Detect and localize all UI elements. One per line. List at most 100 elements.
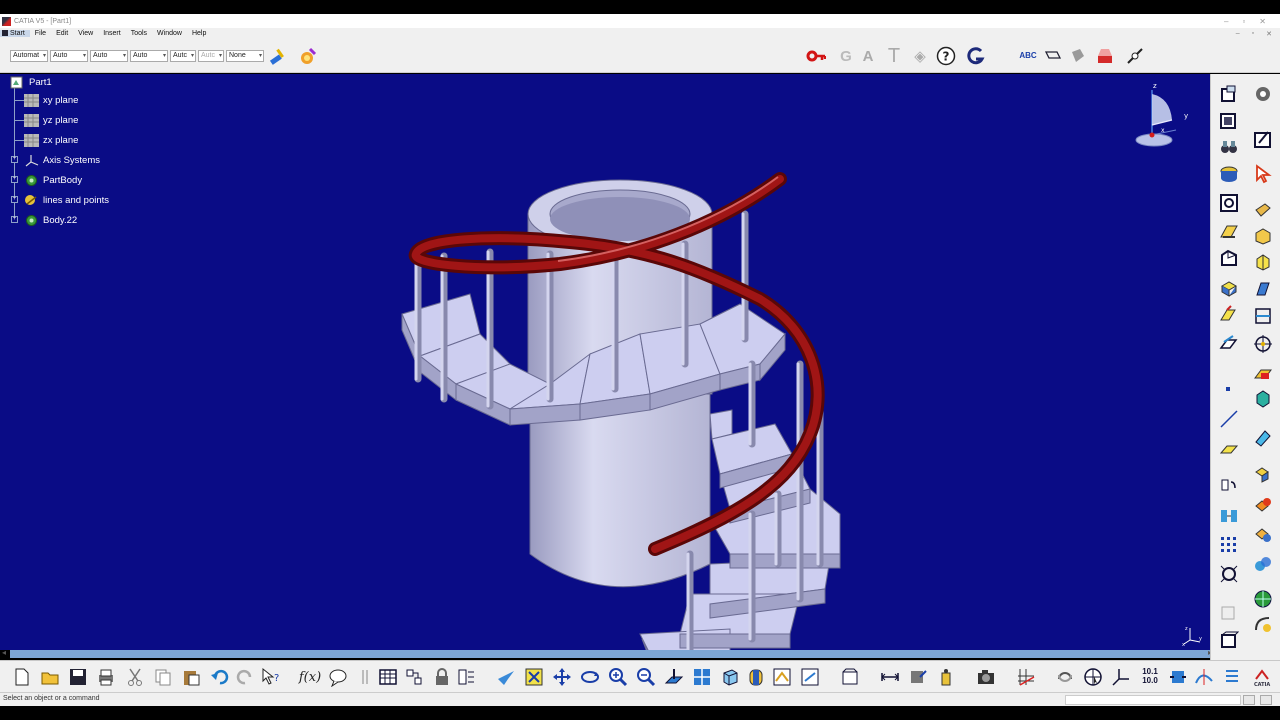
menu-insert[interactable]: Insert <box>98 30 126 37</box>
shell-icon[interactable] <box>1253 226 1273 246</box>
pocket-icon[interactable] <box>1219 193 1239 213</box>
thread-icon[interactable] <box>1253 279 1273 299</box>
swap-space-icon[interactable] <box>800 667 820 687</box>
undo-icon[interactable] <box>210 667 230 687</box>
shaft-icon[interactable] <box>1219 222 1239 242</box>
viewport-horizontal-scrollbar[interactable] <box>2 648 1212 658</box>
curve-analysis-icon[interactable] <box>1194 667 1214 687</box>
select-arrow-icon[interactable] <box>1253 164 1273 184</box>
decimal-precision-icon[interactable]: 10.1 10.0 <box>1140 666 1160 686</box>
multi-view-icon[interactable] <box>692 667 712 687</box>
close-surface-icon[interactable] <box>1253 389 1273 409</box>
boolean-remove-icon[interactable] <box>1253 524 1273 544</box>
fillet-variable-icon[interactable] <box>1253 614 1273 634</box>
hole-icon[interactable] <box>1219 278 1239 298</box>
boolean-add-icon[interactable] <box>1253 496 1273 516</box>
sew-surface-icon[interactable] <box>1253 428 1273 448</box>
links-icon[interactable] <box>404 667 424 687</box>
table-icon[interactable] <box>378 667 398 687</box>
knowledge-icon[interactable] <box>328 667 348 687</box>
frame-icon[interactable] <box>1219 630 1239 650</box>
point-icon[interactable] <box>1226 387 1230 391</box>
point-type-combo[interactable]: Autc <box>170 50 196 62</box>
transparency-combo[interactable]: Auto <box>50 50 88 62</box>
catia-g-icon[interactable] <box>966 46 986 66</box>
draft-icon[interactable] <box>1253 200 1273 220</box>
sphere-globe-icon[interactable] <box>1253 589 1273 609</box>
menu-help[interactable]: Help <box>187 30 211 37</box>
spiral-staircase-model[interactable] <box>380 94 860 650</box>
zoom-in-icon[interactable] <box>608 667 628 687</box>
rendering-style-combo[interactable]: Autc <box>198 50 224 62</box>
thick-surface-icon[interactable] <box>1253 364 1273 384</box>
redo-icon[interactable] <box>235 667 255 687</box>
abc-icon[interactable]: ABC <box>1018 46 1038 66</box>
slot-icon[interactable] <box>1219 332 1239 352</box>
cut-icon[interactable] <box>125 667 145 687</box>
copy-icon[interactable] <box>153 667 173 687</box>
gear-g-icon[interactable]: G <box>836 46 856 66</box>
expand-lines-and-points[interactable]: + <box>11 196 18 203</box>
line-thickness-combo[interactable]: Auto <box>90 50 128 62</box>
new-file-icon[interactable] <box>12 667 32 687</box>
tree-item-axis-systems[interactable]: Axis Systems <box>24 152 100 168</box>
stamp-icon[interactable] <box>1068 46 1088 66</box>
shading-icon[interactable] <box>746 667 766 687</box>
axis-system-icon[interactable] <box>1111 667 1131 687</box>
disabled-tool-icon[interactable] <box>355 667 375 687</box>
compass-widget[interactable]: z y x <box>1132 80 1192 150</box>
expand-axis-systems[interactable]: + <box>11 156 18 163</box>
menu-file[interactable]: File <box>30 30 51 37</box>
cube-red-icon[interactable] <box>1095 46 1115 66</box>
binoculars-icon[interactable] <box>1219 137 1239 157</box>
copy-disabled-icon[interactable] <box>1219 602 1239 622</box>
chamfer-icon[interactable] <box>1219 506 1239 526</box>
print-icon[interactable] <box>96 667 116 687</box>
parameters-icon[interactable] <box>456 667 476 687</box>
tree-item-partbody[interactable]: PartBody <box>24 172 82 188</box>
menu-view[interactable]: View <box>73 30 98 37</box>
menu-edit[interactable]: Edit <box>51 30 73 37</box>
positioned-sketch-icon[interactable] <box>1219 111 1239 131</box>
update-icon[interactable] <box>1055 667 1075 687</box>
grid-3d-icon[interactable] <box>1016 667 1036 687</box>
normal-view-icon[interactable] <box>664 667 684 687</box>
settings-gear-icon[interactable] <box>1253 84 1273 104</box>
tree-item-body22[interactable]: Body.22 <box>24 212 77 228</box>
open-folder-icon[interactable] <box>40 667 60 687</box>
measure-between-icon[interactable] <box>880 667 900 687</box>
groove-icon[interactable] <box>1219 249 1239 269</box>
pad-icon[interactable] <box>1219 164 1239 184</box>
3d-viewport[interactable]: Part1 xy plane yz plane zx plane + Axis … <box>0 74 1210 650</box>
catalog-icon[interactable] <box>840 667 860 687</box>
inertia-icon[interactable] <box>936 667 956 687</box>
close-button[interactable]: ✕ <box>1259 17 1266 26</box>
text-a-icon[interactable]: A <box>858 46 878 66</box>
power-input-button[interactable] <box>1243 695 1255 705</box>
measure-item-icon[interactable] <box>908 667 928 687</box>
tree-item-lines-and-points[interactable]: lines and points <box>24 192 109 208</box>
edge-fillet-icon[interactable] <box>1219 474 1239 494</box>
line-icon[interactable] <box>1219 409 1239 429</box>
3d-compass-tool-icon[interactable] <box>1083 667 1103 687</box>
text-t-icon[interactable]: T <box>884 46 904 66</box>
line-type-combo[interactable]: Auto <box>130 50 168 62</box>
capture-camera-icon[interactable] <box>976 667 996 687</box>
scaling-icon[interactable] <box>1219 564 1239 584</box>
whats-this-icon[interactable]: ? <box>260 667 280 687</box>
formula-icon[interactable]: f(x) <box>299 667 321 687</box>
reorder-icon[interactable] <box>1168 667 1188 687</box>
iso-view-icon[interactable] <box>720 667 740 687</box>
expand-body22[interactable]: + <box>11 216 18 223</box>
measure-icon[interactable] <box>1125 46 1145 66</box>
tree-item-xy-plane[interactable]: xy plane <box>24 92 78 108</box>
tree-root[interactable]: Part1 <box>10 74 52 90</box>
minimize-button[interactable]: – <box>1224 17 1228 26</box>
split-icon[interactable] <box>1253 306 1273 326</box>
menu-window[interactable]: Window <box>152 30 187 37</box>
save-icon[interactable] <box>68 667 88 687</box>
power-input-field[interactable] <box>1065 695 1241 705</box>
lock-icon[interactable] <box>432 667 452 687</box>
doc-close-button[interactable]: ✕ <box>1266 30 1272 38</box>
paste-icon[interactable] <box>181 667 201 687</box>
